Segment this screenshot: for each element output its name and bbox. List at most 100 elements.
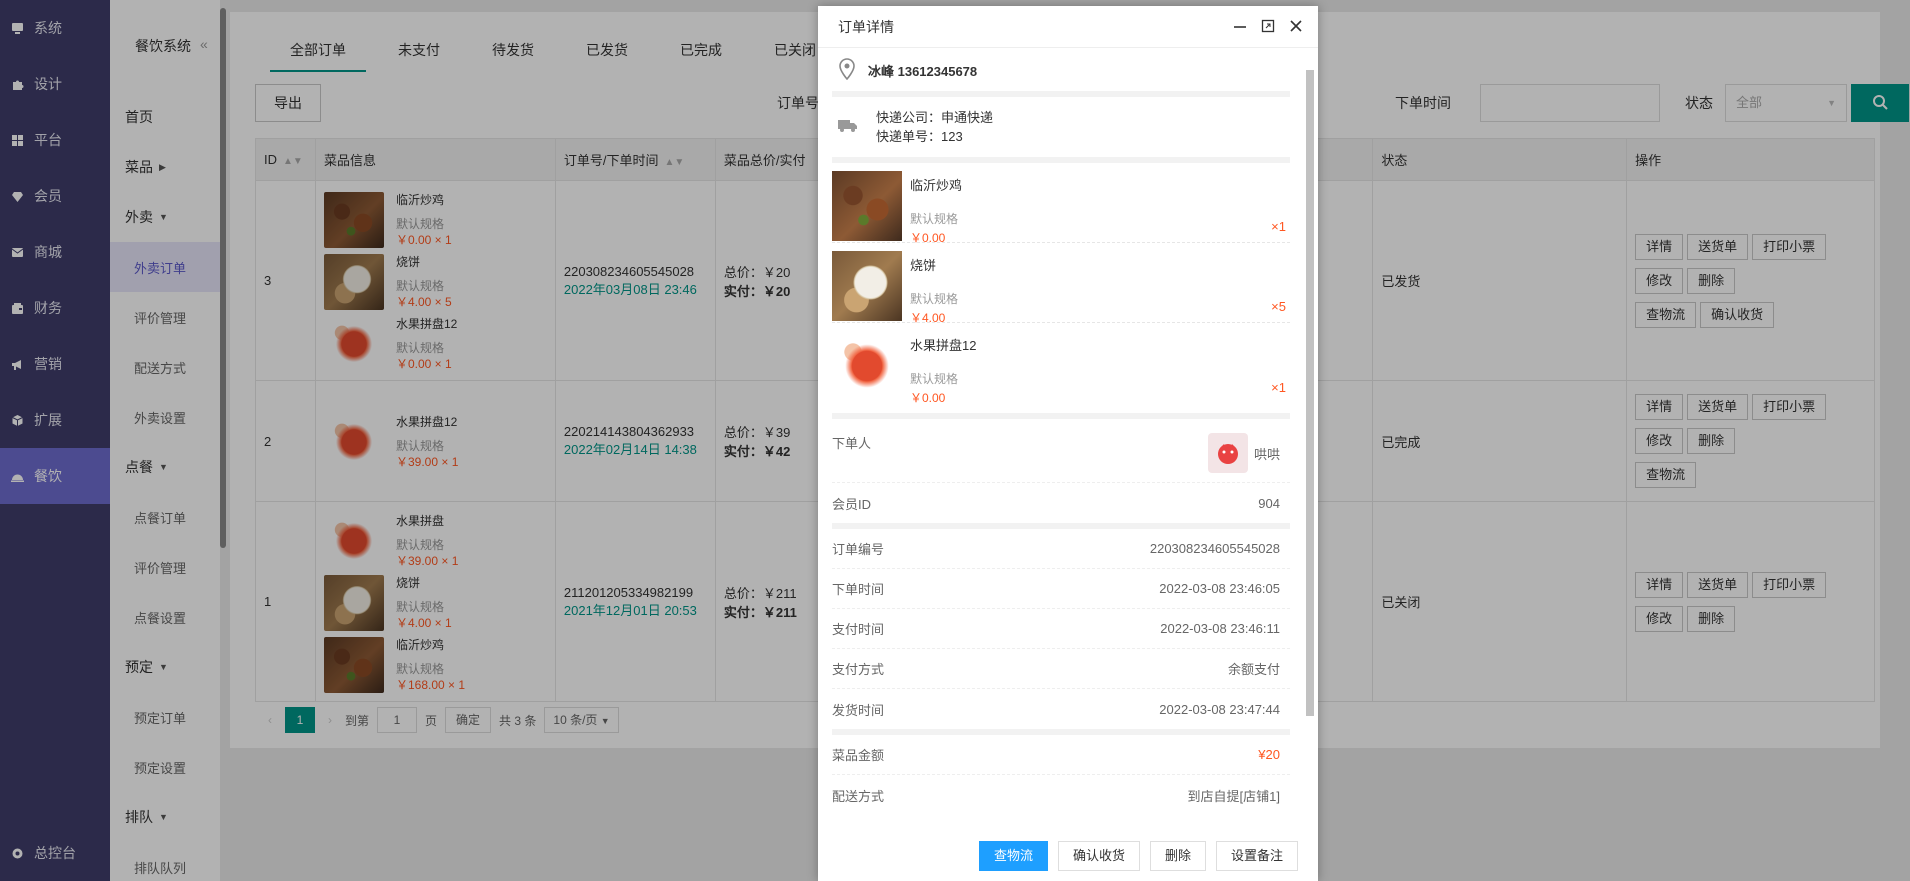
goto-confirm-button[interactable]: 确定 xyxy=(445,707,492,733)
pay-time-row: 支付时间 2022-03-08 23:46:11 xyxy=(832,609,1290,649)
order-no-label: 订单号 xyxy=(777,95,819,111)
delivery-note-button[interactable]: 送货单 xyxy=(1687,233,1749,260)
sort-icon: ▲▼ xyxy=(283,156,303,167)
details-button[interactable]: 详情 xyxy=(1635,571,1684,598)
print-receipt-button[interactable]: 打印小票 xyxy=(1752,394,1827,420)
status-select[interactable]: 全部 ▼ xyxy=(1725,84,1847,122)
subnav-item-dine-in-reviews[interactable]: 评价管理 xyxy=(110,542,220,592)
subnav-item-home[interactable]: 首页 xyxy=(110,92,220,142)
nav-item-marketing[interactable]: 营销 xyxy=(0,336,110,392)
subnav-item-queue[interactable]: 排队 ▼ xyxy=(110,792,220,842)
tab-unpaid[interactable]: 未支付 xyxy=(378,12,460,72)
pay-method-row: 支付方式 余额支付 xyxy=(832,649,1290,689)
export-button[interactable]: 导出 xyxy=(255,84,321,122)
subnav-item-dine-in[interactable]: 点餐 ▼ xyxy=(110,442,220,492)
confirm-receipt-button[interactable]: 确认收货 xyxy=(1700,301,1775,328)
delete-button[interactable]: 删除 xyxy=(1687,428,1736,454)
caret-right-icon: ▶ xyxy=(159,161,166,172)
order-time-input[interactable] xyxy=(1480,84,1660,122)
track-logistics-button[interactable]: 查物流 xyxy=(1635,462,1697,488)
set-remark-button[interactable]: 设置备注 xyxy=(1215,841,1298,871)
delete-button[interactable]: 删除 xyxy=(1687,267,1736,294)
grid-icon xyxy=(10,133,24,147)
page-current[interactable]: 1 xyxy=(285,707,315,733)
product-price: ￥0.00 xyxy=(910,391,946,405)
nav-item-system[interactable]: 系统 xyxy=(0,0,110,56)
modal-scrollbar[interactable] xyxy=(1304,56,1314,836)
search-button[interactable] xyxy=(1851,84,1909,122)
header-label: ID xyxy=(264,152,277,167)
tab-shipped[interactable]: 已发货 xyxy=(566,12,648,72)
tab-pending-shipment[interactable]: 待发货 xyxy=(472,12,554,72)
nav-item-design[interactable]: 设计 xyxy=(0,56,110,112)
tab-completed[interactable]: 已完成 xyxy=(660,12,742,72)
list-item: 临沂炒鸡 默认规格 ￥168.00 × 1 xyxy=(323,633,555,695)
nav-item-member[interactable]: 会员 xyxy=(0,168,110,224)
nav-item-console[interactable]: 总控台 xyxy=(0,825,110,881)
order-no-label: 订单编号 xyxy=(832,542,885,557)
subnav-item-delivery-method[interactable]: 配送方式 xyxy=(110,342,220,392)
delete-button[interactable]: 删除 xyxy=(1687,605,1736,632)
subnav-item-takeout-orders[interactable]: 外卖订单 xyxy=(110,242,220,292)
cube-icon xyxy=(10,413,24,427)
subnav-item-takeout-settings[interactable]: 外卖设置 xyxy=(110,392,220,442)
nav-item-catering[interactable]: 餐饮 xyxy=(0,448,110,504)
details-button[interactable]: 详情 xyxy=(1635,394,1684,420)
per-page-select[interactable]: 10 条/页 ▼ xyxy=(544,707,619,733)
edit-button[interactable]: 修改 xyxy=(1635,267,1684,294)
edit-button[interactable]: 修改 xyxy=(1635,428,1684,454)
order-time-row: 下单时间 2022-03-08 23:46:05 xyxy=(832,569,1290,609)
print-receipt-button[interactable]: 打印小票 xyxy=(1752,571,1827,598)
search-icon xyxy=(1872,94,1888,113)
print-receipt-button[interactable]: 打印小票 xyxy=(1752,233,1827,260)
details-button[interactable]: 详情 xyxy=(1635,233,1684,260)
product-qty: ×1 xyxy=(1271,380,1286,395)
edit-button[interactable]: 修改 xyxy=(1635,605,1684,632)
delete-button[interactable]: 删除 xyxy=(1149,841,1206,871)
order-time-value: 2022-03-08 23:46:05 xyxy=(1159,581,1280,596)
scrollbar-thumb[interactable] xyxy=(1306,70,1314,716)
col-items: 菜品信息 xyxy=(314,138,556,181)
delivery-note-button[interactable]: 送货单 xyxy=(1687,394,1749,420)
nav-item-finance[interactable]: 财务 xyxy=(0,280,110,336)
gear-icon xyxy=(10,846,24,860)
col-actions: 操作 xyxy=(1626,138,1875,181)
minimize-icon[interactable] xyxy=(1232,18,1248,34)
next-page-icon[interactable]: › xyxy=(315,713,345,727)
close-icon[interactable] xyxy=(1288,18,1304,34)
track-logistics-button[interactable]: 查物流 xyxy=(1635,301,1697,328)
subnav-item-dishes[interactable]: 菜品 ▶ xyxy=(110,142,220,192)
subnav-item-dine-in-orders[interactable]: 点餐订单 xyxy=(110,492,220,542)
product-spec: 默认规格 xyxy=(910,372,959,386)
sort-icon: ▲▼ xyxy=(664,157,685,168)
subnav-item-review-manage[interactable]: 评价管理 xyxy=(110,292,220,342)
col-id[interactable]: ID ▲▼ xyxy=(255,138,316,181)
sidebar-scrollbar[interactable] xyxy=(220,8,226,548)
confirm-receipt-button[interactable]: 确认收货 xyxy=(1057,841,1140,871)
nav-item-mall[interactable]: 商城 xyxy=(0,224,110,280)
subnav-item-reservation[interactable]: 预定 ▼ xyxy=(110,642,220,692)
subnav-item-dine-in-settings[interactable]: 点餐设置 xyxy=(110,592,220,642)
cell-actions: 详情 送货单 打印小票 修改 删除 查物流 确认收货 xyxy=(1626,180,1875,381)
prev-page-icon[interactable]: ‹ xyxy=(255,713,285,727)
goto-page-input[interactable]: 1 xyxy=(377,707,418,733)
collapse-sidebar-button[interactable]: « xyxy=(200,36,208,52)
tab-all-orders[interactable]: 全部订单 xyxy=(270,12,366,72)
subnav-item-reservation-orders[interactable]: 预定订单 xyxy=(110,692,220,742)
subnav-item-reservation-settings[interactable]: 预定设置 xyxy=(110,742,220,792)
subnav-item-takeout[interactable]: 外卖 ▼ xyxy=(110,192,220,242)
delivery-note-button[interactable]: 送货单 xyxy=(1687,571,1749,598)
nav-item-extension[interactable]: 扩展 xyxy=(0,392,110,448)
subnav-label: 排队 xyxy=(125,809,153,825)
product-qty: ×5 xyxy=(1271,299,1286,314)
subnav-item-queue-list[interactable]: 排队队列 xyxy=(110,842,220,881)
modal-body: 冰峰 13612345678 快递公司：申通快递 快递单号：123 临沂炒鸡 默认… xyxy=(818,49,1300,831)
col-order-no[interactable]: 订单号/下单时间 ▲▼ xyxy=(554,138,716,181)
maximize-icon[interactable] xyxy=(1260,18,1276,34)
product-name: 临沂炒鸡 xyxy=(395,637,444,652)
list-item: 临沂炒鸡 默认规格 ￥0.00 × 1 xyxy=(323,188,555,250)
nav-item-platform[interactable]: 平台 xyxy=(0,112,110,168)
track-logistics-button[interactable]: 查物流 xyxy=(978,841,1048,871)
product-qty: ×1 xyxy=(1271,219,1286,234)
nav-item-label: 餐饮 xyxy=(34,468,62,484)
